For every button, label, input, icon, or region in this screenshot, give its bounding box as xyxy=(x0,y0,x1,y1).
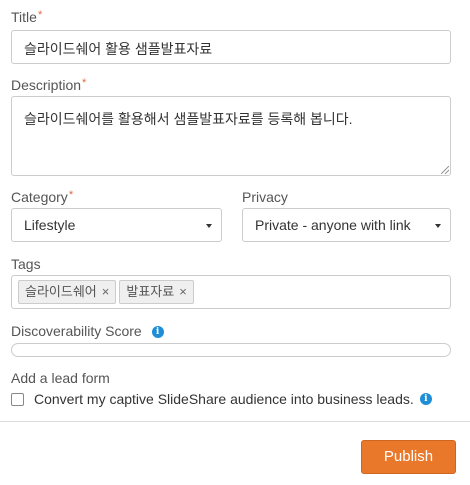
resize-handle-icon[interactable] xyxy=(441,166,449,174)
category-label: Category* xyxy=(11,189,74,205)
caret-down-icon xyxy=(435,224,441,228)
publish-button[interactable]: Publish xyxy=(361,440,456,474)
info-icon[interactable]: i xyxy=(419,393,432,405)
tag-chip: 발표자료 × xyxy=(119,280,194,304)
required-mark: * xyxy=(68,189,74,201)
info-icon[interactable]: i xyxy=(151,326,164,339)
tag-chip: 슬라이드쉐어 × xyxy=(18,280,117,304)
tag-label: 발표자료 xyxy=(126,284,175,299)
lead-form-row: Convert my captive SlideShare audience i… xyxy=(11,391,432,407)
tags-label: Tags xyxy=(11,256,41,272)
discoverability-score-bar xyxy=(11,343,451,357)
lead-form-checkbox-label[interactable]: Convert my captive SlideShare audience i… xyxy=(34,391,414,407)
description-label: Description* xyxy=(11,77,87,93)
title-label: Title* xyxy=(11,9,43,25)
required-mark: * xyxy=(37,9,43,21)
discoverability-label: Discoverability Score i xyxy=(11,323,164,339)
tags-input[interactable]: 슬라이드쉐어 × 발표자료 × xyxy=(11,275,451,309)
required-mark: * xyxy=(82,77,87,89)
tag-label: 슬라이드쉐어 xyxy=(25,284,97,299)
description-textarea[interactable]: 슬라이드쉐어를 활용해서 샘플발표자료를 등록해 봅니다. xyxy=(11,96,451,176)
title-input-value: 슬라이드쉐어 활용 샘플발표자료 xyxy=(24,41,213,57)
footer-divider xyxy=(0,421,470,422)
title-input[interactable]: 슬라이드쉐어 활용 샘플발표자료 xyxy=(11,30,451,64)
remove-tag-icon[interactable]: × xyxy=(179,284,187,299)
remove-tag-icon[interactable]: × xyxy=(102,284,110,299)
caret-down-icon xyxy=(206,224,212,228)
privacy-label: Privacy xyxy=(242,189,288,205)
privacy-select-value: Private - anyone with link xyxy=(255,217,411,233)
privacy-select[interactable]: Private - anyone with link xyxy=(242,208,451,242)
lead-form-checkbox[interactable] xyxy=(11,392,24,406)
category-select[interactable]: Lifestyle xyxy=(11,208,222,242)
lead-form-label: Add a lead form xyxy=(11,370,110,386)
category-select-value: Lifestyle xyxy=(24,217,76,233)
description-value: 슬라이드쉐어를 활용해서 샘플발표자료를 등록해 봅니다. xyxy=(24,111,353,127)
